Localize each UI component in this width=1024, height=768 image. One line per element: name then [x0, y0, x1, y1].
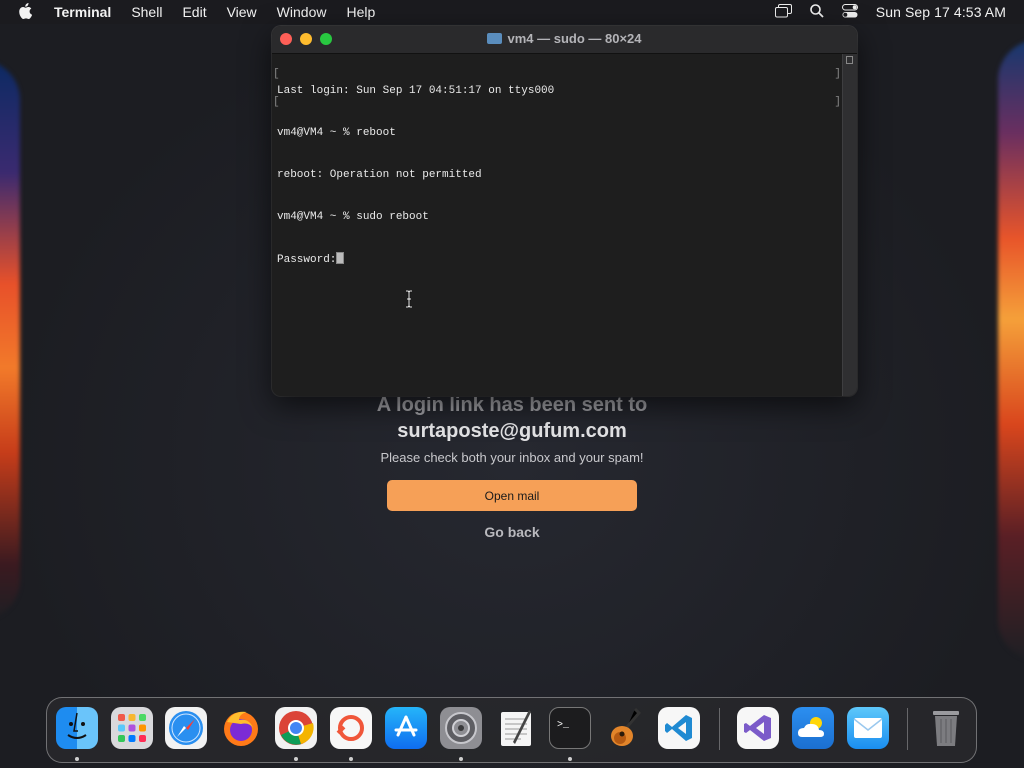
weather-icon[interactable] [792, 707, 834, 749]
control-center-icon[interactable] [841, 3, 858, 21]
running-indicator [294, 757, 298, 761]
check-inbox-hint: Please check both your inbox and your sp… [380, 450, 644, 465]
menu-edit[interactable]: Edit [182, 4, 206, 20]
running-indicator [349, 757, 353, 761]
vscode-icon[interactable] [658, 707, 700, 749]
mark-bracket: [ [273, 96, 280, 108]
menu-view[interactable]: View [227, 4, 257, 20]
dock-separator [719, 708, 720, 750]
menu-clock[interactable]: Sun Sep 17 4:53 AM [876, 4, 1006, 20]
terminal-line: vm4@VM4 ~ % sudo reboot [277, 211, 429, 223]
terminal-icon[interactable]: >_ [549, 707, 591, 749]
apple-menu-icon[interactable] [18, 2, 38, 22]
password-prompt: Password: [277, 254, 337, 266]
svg-text:>_: >_ [557, 720, 570, 731]
terminal-line: reboot: Operation not permitted [277, 169, 482, 181]
terminal-line: vm4@VM4 ~ % reboot [277, 127, 396, 139]
running-indicator [75, 757, 79, 761]
menu-app-name[interactable]: Terminal [54, 4, 111, 20]
wallpaper-right-glow [998, 40, 1024, 660]
mail-icon[interactable] [847, 707, 889, 749]
mark-bracket: [ [273, 68, 280, 80]
terminal-window[interactable]: vm4 — sudo — 80×24 Last login: Sun Sep 1… [272, 26, 857, 396]
terminal-title: vm4 — sudo — 80×24 [507, 31, 642, 46]
menu-window[interactable]: Window [277, 4, 327, 20]
screen-mirroring-icon[interactable] [774, 3, 792, 21]
terminal-titlebar[interactable]: vm4 — sudo — 80×24 [272, 26, 857, 54]
system-settings-icon[interactable] [440, 707, 482, 749]
go-back-link[interactable]: Go back [0, 524, 1024, 540]
spotlight-search-icon[interactable] [809, 3, 824, 21]
app-store-icon[interactable] [385, 707, 427, 749]
mark-bracket: ] [834, 68, 841, 80]
app-icon[interactable] [330, 707, 372, 749]
open-mail-button[interactable]: Open mail [387, 480, 637, 511]
textedit-icon[interactable] [495, 707, 537, 749]
login-email: surtaposte@gufum.com [397, 420, 627, 442]
trash-icon[interactable] [925, 707, 967, 749]
launchpad-icon[interactable] [111, 707, 153, 749]
terminal-output[interactable]: Last login: Sun Sep 17 04:51:17 on ttys0… [272, 54, 843, 396]
mark-bracket: ] [834, 96, 841, 108]
login-link-sent-heading: A login link has been sent to [376, 394, 648, 416]
menu-shell[interactable]: Shell [131, 4, 162, 20]
ibeam-cursor-icon [406, 290, 412, 308]
text-cursor [336, 252, 345, 264]
firefox-icon[interactable] [220, 707, 262, 749]
dock: >_ [46, 697, 977, 763]
safari-icon[interactable] [165, 707, 207, 749]
scrollbar-thumb[interactable] [846, 56, 853, 64]
terminal-line: Last login: Sun Sep 17 04:51:17 on ttys0… [277, 85, 555, 97]
menu-bar: Terminal Shell Edit View Window Help Sun… [0, 0, 1024, 24]
folder-icon [487, 33, 503, 44]
terminal-scrollbar[interactable] [842, 54, 857, 396]
running-indicator [459, 757, 463, 761]
garageband-icon[interactable] [604, 707, 646, 749]
finder-icon[interactable] [56, 707, 98, 749]
running-indicator [568, 757, 572, 761]
visual-studio-icon[interactable] [737, 707, 779, 749]
dock-separator [907, 708, 908, 750]
chrome-icon[interactable] [275, 707, 317, 749]
menu-help[interactable]: Help [346, 4, 375, 20]
